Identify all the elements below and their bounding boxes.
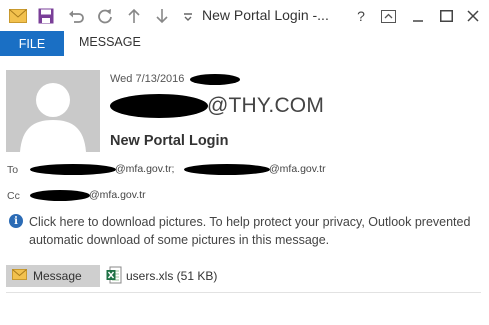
title-bar: New Portal Login -... ?	[0, 0, 489, 31]
excel-file-icon	[106, 266, 122, 287]
minimize-icon[interactable]	[407, 5, 429, 27]
redaction-mark	[110, 94, 208, 118]
cc-label: Cc	[7, 190, 20, 202]
attachment-label: users.xls (51 KB)	[126, 269, 218, 283]
redaction-mark	[30, 190, 90, 201]
up-arrow-icon[interactable]	[124, 6, 144, 26]
sender-address[interactable]: @THY.COM	[207, 94, 324, 118]
tab-file[interactable]: FILE	[0, 31, 64, 56]
redaction-mark	[190, 74, 240, 85]
redaction-mark	[30, 164, 116, 175]
info-icon: i	[9, 214, 23, 228]
down-arrow-icon[interactable]	[152, 6, 172, 26]
sent-date: Wed 7/13/2016	[110, 73, 185, 85]
save-icon[interactable]	[36, 6, 56, 26]
attachment-bar: Message users.xls (51 KB)	[6, 265, 481, 289]
divider	[6, 292, 481, 293]
help-button[interactable]: ?	[350, 5, 372, 27]
message-subject: New Portal Login	[110, 133, 229, 149]
window-title: New Portal Login -...	[202, 7, 329, 23]
tab-message[interactable]: MESSAGE	[79, 35, 141, 49]
redo-icon[interactable]	[95, 6, 115, 26]
to-recipient-2[interactable]: @mfa.gov.tr	[269, 163, 326, 175]
ribbon-display-icon[interactable]	[377, 5, 399, 27]
message-button-label: Message	[33, 269, 82, 283]
undo-icon[interactable]	[66, 6, 86, 26]
download-pictures-infobar[interactable]: Click here to download pictures. To help…	[29, 213, 479, 249]
message-button[interactable]: Message	[6, 265, 100, 287]
to-recipient-1[interactable]: @mfa.gov.tr;	[115, 163, 174, 175]
mail-icon	[8, 6, 28, 26]
attachment-users-xls[interactable]: users.xls (51 KB)	[106, 265, 217, 287]
close-icon[interactable]	[462, 5, 484, 27]
cc-recipient[interactable]: @mfa.gov.tr	[89, 189, 146, 201]
envelope-icon	[12, 269, 27, 283]
maximize-icon[interactable]	[435, 5, 457, 27]
person-placeholder-icon	[6, 70, 100, 152]
avatar	[6, 70, 100, 152]
redaction-mark	[184, 164, 270, 175]
to-label: To	[7, 164, 19, 176]
customize-toolbar-icon[interactable]	[178, 6, 198, 26]
ribbon-tabs: FILE MESSAGE	[0, 31, 489, 56]
